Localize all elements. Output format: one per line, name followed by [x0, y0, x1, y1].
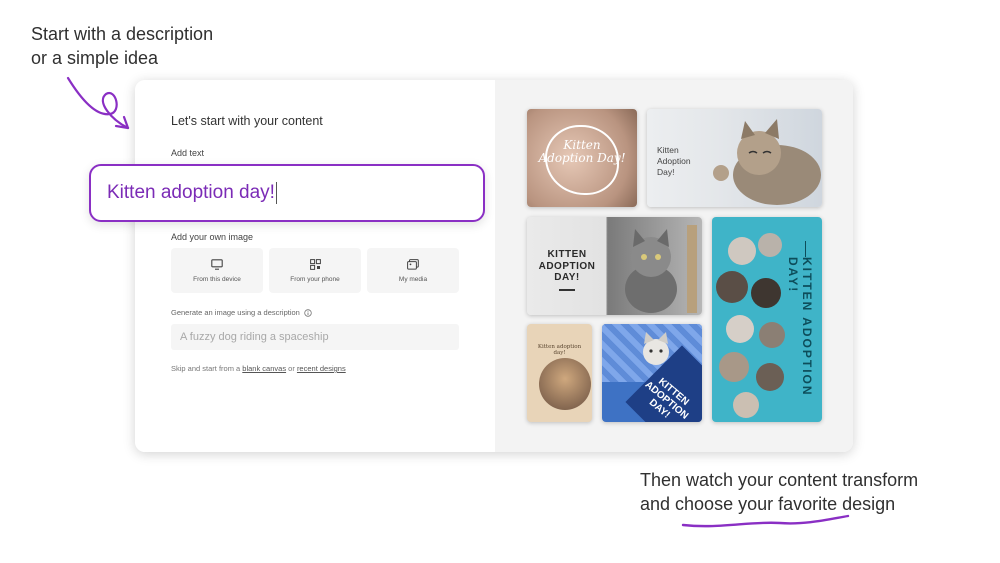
- annotation-top-line1: Start with a description: [31, 24, 214, 44]
- design-2-text-line3: Day!: [657, 167, 675, 177]
- add-image-label: Add your own image: [171, 232, 254, 242]
- design-creator-card: Let's start with your content Add text A…: [135, 80, 853, 452]
- design-suggestion-5[interactable]: Kitten adoption day!: [527, 324, 592, 422]
- design-3-text-line2: ADOPTION: [538, 260, 596, 272]
- design-1-text: Kitten Adoption Day!: [538, 138, 626, 165]
- design-3-text-line3: DAY!: [554, 272, 580, 283]
- kitten-photo-icon: [625, 225, 697, 313]
- annotation-bottom-line1: Then watch your content transform: [640, 470, 919, 490]
- from-this-device-label: From this device: [193, 275, 241, 283]
- design-suggestion-4[interactable]: KITTEN ADOPTION DAY!: [712, 217, 822, 422]
- design-suggestions-pane: Kitten Adoption Day! Kitten Adoption Day…: [495, 80, 853, 452]
- add-text-label: Add text: [171, 148, 205, 158]
- skip-prefix: Skip and start from a: [171, 364, 241, 373]
- design-3-rule: [559, 289, 575, 291]
- skip-line: Skip and start from a blank canvas or re…: [171, 364, 346, 373]
- arrow-scribble-icon: [66, 76, 130, 130]
- content-input-pane: Let's start with your content Add text A…: [135, 80, 495, 452]
- generate-image-label: Generate an image using a description: [171, 308, 312, 317]
- design-2-text-line1: Kitten: [657, 145, 679, 155]
- text-caret: [275, 182, 278, 204]
- underline-scribble-icon: [681, 514, 850, 528]
- from-your-phone-button[interactable]: From your phone: [269, 248, 361, 293]
- design-2-text: Kitten Adoption Day!: [657, 145, 691, 178]
- kitten-photo-icon: [713, 119, 821, 205]
- design-3-text-line1: KITTEN: [547, 249, 587, 260]
- design-suggestion-3[interactable]: KITTEN ADOPTION DAY!: [527, 217, 702, 315]
- generate-description-input[interactable]: [171, 324, 459, 350]
- recent-designs-link[interactable]: recent designs: [297, 364, 346, 373]
- panel-title: Let's start with your content: [171, 114, 323, 128]
- generate-image-label-text: Generate an image using a description: [171, 308, 300, 317]
- design-suggestion-2[interactable]: Kitten Adoption Day!: [647, 109, 822, 207]
- my-media-label: My media: [398, 275, 428, 283]
- design-5-text: Kitten adoption day!: [537, 344, 582, 356]
- design-3-text: KITTEN ADOPTION DAY!: [533, 249, 601, 284]
- skip-or: or: [288, 364, 295, 373]
- from-this-device-button[interactable]: From this device: [171, 248, 263, 293]
- add-text-value: Kitten adoption day!: [107, 182, 275, 203]
- image-source-options: From this device From your phone My medi…: [171, 248, 459, 293]
- my-media-button[interactable]: My media: [367, 248, 459, 293]
- blank-canvas-link[interactable]: blank canvas: [242, 364, 286, 373]
- annotation-bottom: Then watch your content transform and ch…: [640, 468, 918, 516]
- qr-code-icon: [309, 258, 321, 270]
- design-suggestion-1[interactable]: Kitten Adoption Day!: [527, 109, 637, 207]
- annotation-top-line2: or a simple idea: [31, 48, 159, 68]
- add-text-input[interactable]: Kitten adoption day!: [89, 164, 485, 222]
- design-4-text: KITTEN ADOPTION DAY!: [786, 257, 814, 397]
- info-icon[interactable]: [304, 308, 312, 317]
- media-icon: [407, 258, 419, 270]
- annotation-top: Start with a description or a simple ide…: [31, 22, 213, 70]
- design-2-text-line2: Adoption: [657, 156, 691, 166]
- design-4-bar: [804, 241, 806, 257]
- design-suggestion-6[interactable]: KITTEN ADOPTION DAY!: [602, 324, 702, 422]
- from-your-phone-label: From your phone: [290, 275, 340, 283]
- kitten-photo-icon: [539, 358, 591, 410]
- monitor-icon: [211, 258, 223, 270]
